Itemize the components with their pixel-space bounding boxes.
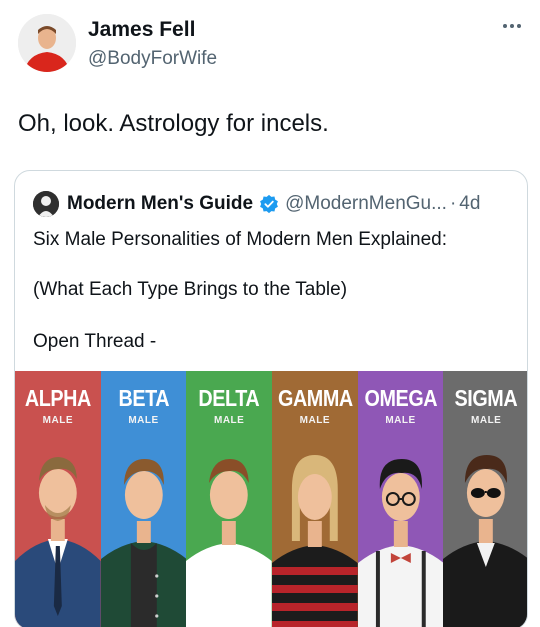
quoted-tweet-card[interactable]: Modern Men's Guide @ModernMenGu... · 4d …	[14, 170, 528, 627]
type-title-alpha: ALPHA	[24, 385, 91, 411]
quoted-tweet-header: Modern Men's Guide @ModernMenGu... · 4d	[33, 189, 513, 219]
verified-badge-icon	[260, 194, 279, 214]
more-horizontal-icon[interactable]	[502, 22, 522, 30]
type-subtitle-alpha: MALE	[42, 415, 73, 426]
type-subtitle-delta: MALE	[214, 415, 245, 426]
type-subtitle-beta: MALE	[128, 415, 159, 426]
quoted-text-line-3: Open Thread -	[33, 331, 157, 352]
type-subtitle-gamma: MALE	[299, 415, 331, 426]
type-subtitle-sigma: MALE	[471, 415, 502, 426]
quoted-author-handle[interactable]: @ModernMenGu...	[285, 193, 447, 215]
type-title-gamma: GAMMA	[278, 385, 353, 411]
column-delta: DELTA MALE	[186, 371, 273, 627]
type-title-sigma: SIGMA	[454, 385, 518, 411]
tweet-text: Oh, look. Astrology for incels.	[18, 110, 329, 137]
type-title-beta: BETA	[118, 385, 169, 411]
type-subtitle-omega: MALE	[385, 415, 416, 426]
personality-types-banner[interactable]: ALPHA MALE BETA MALE DELTA MALE GAMMA MA…	[15, 371, 527, 627]
tweet-header: James Fell @BodyForWife	[18, 14, 522, 78]
column-beta: BETA MALE	[100, 371, 187, 627]
type-title-delta: DELTA	[198, 385, 260, 411]
column-alpha: ALPHA MALE	[15, 371, 101, 627]
author-name[interactable]: James Fell	[88, 18, 195, 42]
separator-dot: ·	[449, 193, 457, 214]
quoted-text-line-1: Six Male Personalities of Modern Men Exp…	[33, 229, 447, 250]
column-omega: OMEGA MALE	[357, 371, 444, 627]
quoted-author-name[interactable]: Modern Men's Guide	[67, 193, 253, 215]
quoted-author-avatar[interactable]	[33, 191, 59, 217]
quoted-timestamp[interactable]: 4d	[459, 193, 480, 215]
column-gamma: GAMMA MALE	[272, 371, 358, 627]
author-handle[interactable]: @BodyForWife	[88, 48, 217, 70]
column-sigma: SIGMA MALE	[443, 371, 527, 627]
type-title-omega: OMEGA	[364, 385, 437, 411]
quoted-text-line-2: (What Each Type Brings to the Table)	[33, 279, 348, 300]
avatar[interactable]	[18, 14, 76, 72]
